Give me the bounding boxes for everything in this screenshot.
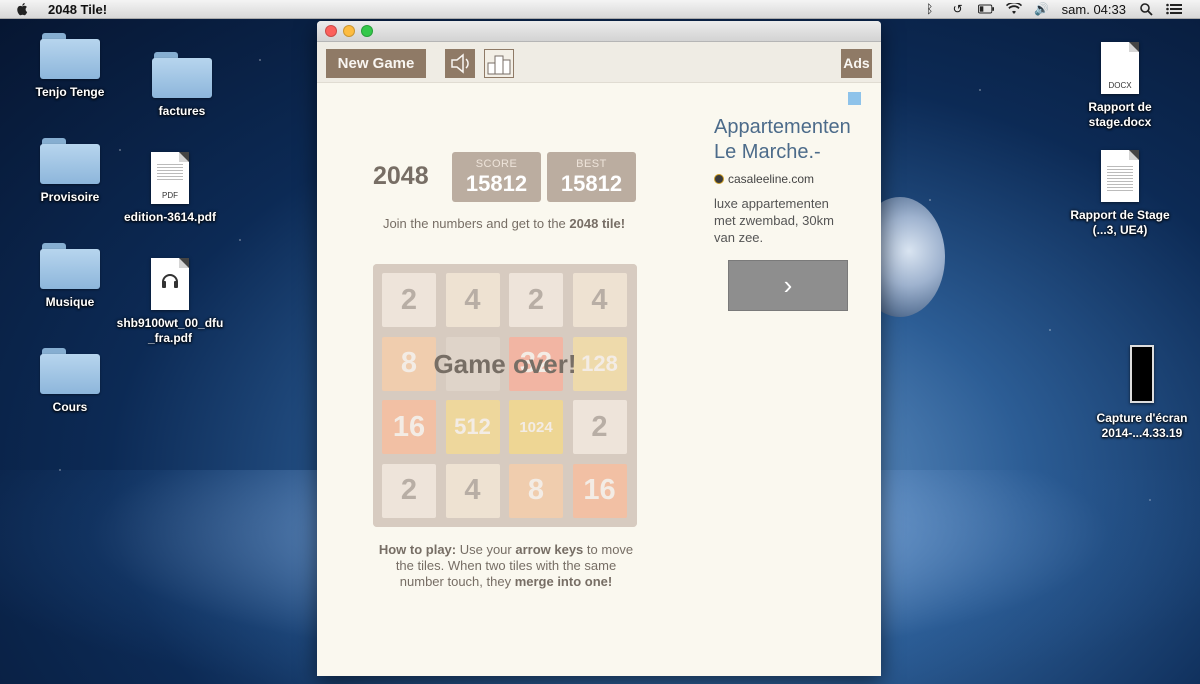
ad-title[interactable]: Appartementen Le Marche.-: [714, 115, 874, 165]
folder-icon: [40, 348, 100, 394]
apple-menu-icon[interactable]: [16, 2, 30, 16]
spotlight-search-icon[interactable]: [1138, 2, 1154, 16]
document-file-icon: [1101, 150, 1139, 202]
sound-toggle-button[interactable]: [445, 49, 475, 78]
screenshot-file-icon: [1130, 345, 1154, 403]
desktop-file-rapport-docx[interactable]: DOCX Rapport de stage.docx: [1065, 42, 1175, 130]
notification-center-icon[interactable]: [1166, 2, 1182, 16]
best-box: BEST 15812: [547, 152, 636, 202]
favicon-icon: [714, 174, 724, 184]
app-menu-name[interactable]: 2048 Tile!: [48, 2, 107, 17]
ads-button[interactable]: Ads: [841, 49, 872, 78]
desktop-folder-provisoire[interactable]: Provisoire: [15, 138, 125, 205]
desktop-file-screenshot[interactable]: Capture d'écran 2014-...4.33.19: [1087, 345, 1197, 441]
new-game-button[interactable]: New Game: [326, 49, 426, 78]
battery-icon[interactable]: [977, 2, 994, 16]
game-toolbar: New Game Ads: [317, 42, 881, 83]
best-value: 15812: [560, 171, 623, 196]
menubar-clock[interactable]: sam. 04:33: [1062, 2, 1126, 17]
ad-domain[interactable]: casaleeline.com: [714, 172, 814, 186]
window-zoom-button[interactable]: [361, 25, 373, 37]
adchoices-icon[interactable]: [848, 92, 861, 105]
window-close-button[interactable]: [325, 25, 337, 37]
game-intro: Join the numbers and get to the 2048 til…: [382, 216, 626, 231]
status-area: ᛒ ↺ 🔊 sam. 04:33: [922, 2, 1182, 17]
folder-icon: [40, 243, 100, 289]
ad-cta-button[interactable]: ›: [728, 260, 848, 311]
folder-icon: [40, 138, 100, 184]
game-title: 2048: [373, 162, 429, 190]
leaderboard-button[interactable]: [484, 49, 514, 78]
pdf-file-icon: PDF: [151, 152, 189, 204]
how-to-play: How to play: Use your arrow keys to move…: [378, 542, 634, 589]
ad-description: luxe appartementen met zwembad, 30km van…: [714, 196, 834, 245]
window-titlebar[interactable]: [317, 21, 881, 42]
game-over-message: Game over!: [433, 349, 577, 379]
menu-bar: 2048 Tile! ᛒ ↺ 🔊 sam. 04:33: [0, 0, 1200, 19]
game-over-overlay: Game over!: [373, 264, 637, 527]
window-minimize-button[interactable]: [343, 25, 355, 37]
desktop-file-shb9100-pdf[interactable]: shb9100wt_00_dfu_fra.pdf: [115, 258, 225, 346]
score-label: SCORE: [475, 158, 518, 170]
pdf-file-icon: [151, 258, 189, 310]
speaker-icon: [451, 53, 469, 74]
time-machine-icon[interactable]: ↺: [950, 2, 966, 16]
volume-icon[interactable]: 🔊: [1034, 2, 1050, 16]
docx-file-icon: DOCX: [1101, 42, 1139, 94]
desktop-file-edition-pdf[interactable]: PDF edition-3614.pdf: [115, 152, 225, 225]
podium-icon: [487, 55, 511, 75]
score-value: 15812: [465, 171, 528, 196]
desktop-file-rapport-stage[interactable]: Rapport de Stage (...3, UE4): [1065, 150, 1175, 238]
wifi-icon[interactable]: [1005, 2, 1022, 16]
folder-icon: [40, 33, 100, 79]
desktop-folder-cours[interactable]: Cours: [15, 348, 125, 415]
game-board[interactable]: 2424832128165121024224816 Game over!: [373, 264, 637, 527]
bluetooth-icon[interactable]: ᛒ: [922, 2, 938, 16]
desktop-folder-musique[interactable]: Musique: [15, 243, 125, 310]
desktop-folder-tenjo-tenge[interactable]: Tenjo Tenge: [15, 33, 125, 100]
headphones-icon: [162, 274, 178, 288]
best-label: BEST: [576, 158, 607, 170]
score-box: SCORE 15812: [452, 152, 541, 202]
app-window-2048: New Game Ads 2048 SCORE 15812 BEST 15812…: [317, 21, 881, 676]
chevron-right-icon: ›: [783, 270, 793, 300]
folder-icon: [152, 52, 212, 98]
desktop-folder-factures[interactable]: factures: [127, 52, 237, 119]
